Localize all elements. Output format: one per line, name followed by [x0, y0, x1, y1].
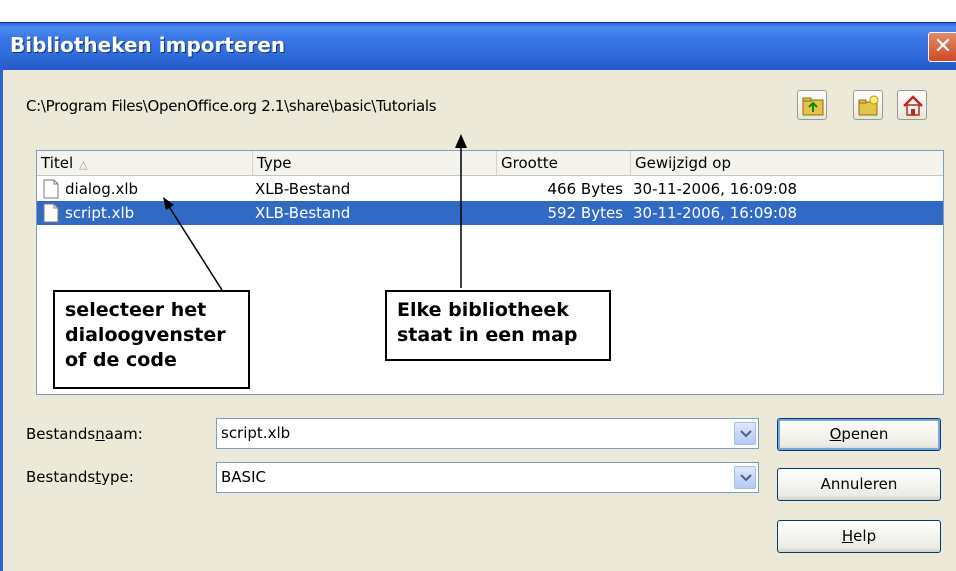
- filetype-value: BASIC: [221, 468, 266, 486]
- window-border: [0, 69, 3, 571]
- filename-combobox[interactable]: script.xlb: [216, 418, 759, 449]
- chevron-down-icon: [740, 430, 752, 438]
- folder-up-icon: [802, 97, 824, 116]
- column-header-title[interactable]: Titel △: [37, 151, 253, 175]
- file-type: XLB-Bestand: [255, 204, 351, 222]
- file-modified: 30-11-2006, 16:09:08: [633, 204, 798, 222]
- default-directory-button[interactable]: [897, 90, 927, 120]
- filetype-label: Bestandstype:: [26, 468, 134, 486]
- filename-label: Bestandsnaam:: [26, 425, 143, 443]
- column-header-modified[interactable]: Gewijzigd op: [631, 151, 943, 175]
- file-name: script.xlb: [65, 204, 135, 222]
- help-button[interactable]: Help: [777, 520, 941, 553]
- list-item[interactable]: script.xlb XLB-Bestand 592 Bytes 30-11-2…: [37, 201, 943, 225]
- filetype-combobox[interactable]: BASIC: [216, 462, 759, 493]
- file-size: 466 Bytes: [547, 180, 624, 198]
- open-button[interactable]: Openen: [777, 418, 941, 451]
- file-modified: 30-11-2006, 16:09:08: [633, 180, 798, 198]
- sort-ascending-icon: △: [79, 158, 88, 171]
- column-title-label: Titel: [41, 154, 74, 172]
- dialog-title: Bibliotheken importeren: [10, 33, 286, 57]
- home-icon: [903, 95, 923, 116]
- title-bar[interactable]: Bibliotheken importeren ✕: [0, 22, 956, 70]
- filename-input[interactable]: script.xlb: [221, 419, 290, 448]
- new-folder-button[interactable]: [853, 90, 883, 120]
- file-size: 592 Bytes: [547, 204, 624, 222]
- callout-select-file: selecteer het dialoogvenster of de code: [53, 290, 250, 389]
- callout-library-folder: Elke bibliotheek staat in een map: [385, 290, 611, 361]
- filetype-dropdown-button[interactable]: [734, 466, 756, 489]
- cancel-button[interactable]: Annuleren: [777, 468, 941, 501]
- file-icon: [43, 179, 59, 199]
- list-item[interactable]: dialog.xlb XLB-Bestand 466 Bytes 30-11-2…: [37, 177, 943, 201]
- column-header-type[interactable]: Type: [253, 151, 497, 175]
- column-header-size[interactable]: Grootte: [497, 151, 631, 175]
- file-name: dialog.xlb: [65, 180, 139, 198]
- file-type: XLB-Bestand: [255, 180, 351, 198]
- filename-dropdown-button[interactable]: [734, 422, 756, 445]
- up-one-level-button[interactable]: [797, 90, 827, 120]
- file-icon: [43, 203, 59, 223]
- new-folder-icon: [858, 95, 879, 116]
- current-path: C:\Program Files\OpenOffice.org 2.1\shar…: [26, 97, 437, 115]
- close-button[interactable]: ✕: [928, 32, 956, 62]
- list-header: Titel △ Type Grootte Gewijzigd op: [37, 151, 943, 176]
- chevron-down-icon: [740, 474, 752, 482]
